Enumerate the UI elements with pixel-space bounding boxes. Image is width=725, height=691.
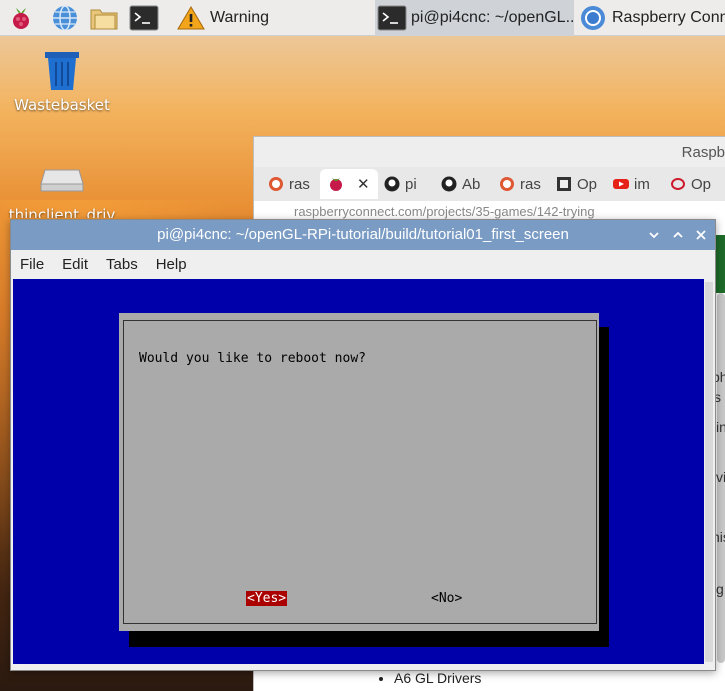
github-icon — [384, 176, 400, 192]
terminal-window[interactable]: pi@pi4cnc: ~/openGL-RPi-tutorial/build/t… — [10, 219, 716, 671]
menu-file[interactable]: File — [11, 256, 53, 273]
browser-tab[interactable]: Op — [556, 169, 602, 199]
terminal-icon[interactable] — [129, 3, 159, 33]
opera-icon — [670, 176, 686, 192]
terminal-titlebar[interactable]: pi@pi4cnc: ~/openGL-RPi-tutorial/build/t… — [11, 220, 715, 250]
terminal-screen[interactable]: Would you like to reboot now? <Yes> <No> — [13, 279, 704, 664]
list-item[interactable]: A6 GL Drivers — [394, 670, 481, 686]
raspberry-icon — [328, 176, 344, 192]
browser-tab-label: Op — [691, 175, 712, 193]
desktop-icon-drive[interactable]: thinclient_driv — [4, 164, 120, 218]
desktop-icon-wastebasket[interactable]: Wastebasket — [14, 50, 110, 114]
browser-tab[interactable]: pi — [384, 169, 430, 199]
app-icon — [556, 176, 572, 192]
browser-tab-label: Op — [577, 175, 598, 193]
browser-tab-label: Ab — [462, 175, 481, 193]
terminal-icon — [377, 3, 407, 33]
chromium-icon — [578, 3, 608, 33]
task-warning[interactable]: Warning — [174, 0, 372, 36]
browser-tab[interactable]: Op — [670, 169, 722, 199]
web-browser-icon[interactable] — [50, 3, 80, 33]
browser-title: Raspb — [254, 137, 725, 167]
warning-icon — [176, 3, 206, 33]
youtube-icon — [613, 176, 629, 192]
close-icon[interactable] — [692, 226, 710, 244]
raspberry-menu-icon[interactable] — [6, 3, 36, 33]
github-icon — [441, 176, 457, 192]
browser-tab[interactable]: im — [613, 169, 659, 199]
task-label: Warning — [210, 9, 269, 26]
drive-icon — [40, 169, 84, 192]
duckduckgo-icon — [499, 176, 515, 192]
browser-tab-label: pi — [405, 175, 417, 193]
menu-tabs[interactable]: Tabs — [97, 256, 147, 273]
page-text-fragment: g — [716, 581, 724, 597]
page-text-fragment: in — [716, 419, 725, 435]
page-list: A6 GL Drivers — [376, 670, 481, 686]
dialog-frame: Would you like to reboot now? <Yes> <No> — [123, 320, 597, 624]
task-label: Raspberry Conne — [612, 9, 725, 26]
yes-button[interactable]: <Yes> — [246, 591, 288, 606]
browser-tab[interactable]: ras — [268, 169, 318, 199]
browser-tab-label: ras — [289, 175, 310, 193]
minimize-icon[interactable] — [645, 226, 663, 244]
browser-tab-label: im — [634, 175, 650, 193]
close-icon[interactable]: ✕ — [357, 175, 370, 193]
page-text-fragment: vi — [716, 469, 725, 485]
browser-tab[interactable]: Ab — [441, 169, 487, 199]
terminal-scrollbar[interactable] — [705, 282, 713, 662]
window-title: pi@pi4cnc: ~/openGL-RPi-tutorial/build/t… — [157, 226, 569, 243]
maximize-icon[interactable] — [669, 226, 687, 244]
duckduckgo-icon — [268, 176, 284, 192]
task-label: pi@pi4cnc: ~/openGL... — [411, 9, 574, 26]
taskbar: Warning pi@pi4cnc: ~/openGL... Raspberry… — [0, 0, 725, 36]
browser-tab-active[interactable]: ✕ — [320, 169, 378, 199]
reboot-dialog: Would you like to reboot now? <Yes> <No> — [119, 313, 599, 631]
desktop-icon-label: thinclient_driv — [8, 206, 116, 218]
browser-tabstrip: ras ✕ pi Ab ras Op im Op — [254, 167, 725, 201]
terminal-menubar: File Edit Tabs Help — [11, 250, 715, 279]
trash-icon — [45, 52, 79, 90]
page-banner — [716, 235, 725, 293]
task-browser[interactable]: Raspberry Conne — [576, 0, 725, 36]
menu-help[interactable]: Help — [147, 256, 196, 273]
task-terminal[interactable]: pi@pi4cnc: ~/openGL... — [375, 0, 574, 36]
no-button[interactable]: <No> — [430, 591, 463, 606]
dialog-message: Would you like to reboot now? — [139, 351, 366, 366]
browser-tab[interactable]: ras — [499, 169, 545, 199]
browser-tab-label: ras — [520, 175, 541, 193]
desktop-icon-label: Wastebasket — [14, 96, 110, 114]
file-manager-icon[interactable] — [89, 3, 119, 33]
menu-edit[interactable]: Edit — [53, 256, 97, 273]
